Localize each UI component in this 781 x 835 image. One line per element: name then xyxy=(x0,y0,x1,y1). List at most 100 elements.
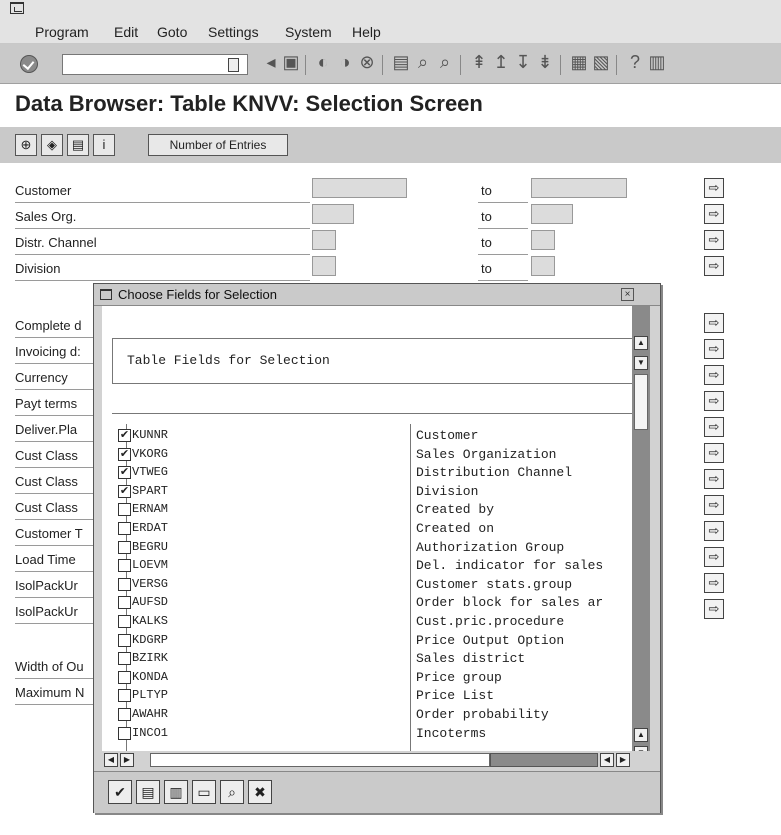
multiple-selection-icon[interactable]: ⇨ xyxy=(704,230,724,250)
field-checkbox[interactable] xyxy=(118,596,131,609)
vertical-scrollbar[interactable]: ▲ ▼ ▲ ▼ xyxy=(632,306,650,761)
scroll-track[interactable] xyxy=(150,753,490,767)
distr-channel-high-input[interactable] xyxy=(531,230,555,250)
field-checkbox[interactable] xyxy=(118,689,131,702)
multiple-selection-icon[interactable]: ⇨ xyxy=(704,313,724,333)
print-icon[interactable]: ▤ xyxy=(390,52,412,73)
field-checkbox[interactable] xyxy=(118,522,131,535)
first-page-icon[interactable]: ⇞ xyxy=(468,52,490,73)
back-icon[interactable]: ◐ xyxy=(312,52,334,73)
menu-edit[interactable]: Edit xyxy=(114,24,138,40)
row-underline xyxy=(15,545,93,546)
enter-icon[interactable] xyxy=(20,55,38,73)
next-page-icon[interactable]: ↧ xyxy=(512,52,534,73)
create-session-icon[interactable]: ▦ xyxy=(568,52,590,73)
continue-icon[interactable]: ✔ xyxy=(108,780,132,804)
field-checkbox[interactable]: ✔ xyxy=(118,429,131,442)
multiple-selection-icon[interactable]: ⇨ xyxy=(704,547,724,567)
save-icon[interactable]: ▣ xyxy=(280,52,302,73)
row-underline xyxy=(15,441,93,442)
field-checkbox[interactable] xyxy=(118,671,131,684)
exit-icon[interactable]: ◑ xyxy=(334,52,356,73)
scroll-left-icon[interactable]: ◀ xyxy=(104,753,118,767)
customer-low-input[interactable] xyxy=(312,178,407,198)
row-underline xyxy=(15,202,310,203)
field-checkbox[interactable] xyxy=(118,615,131,628)
shortcut-icon[interactable]: ▧ xyxy=(590,52,612,73)
field-checkbox[interactable] xyxy=(118,634,131,647)
print-icon[interactable]: ▭ xyxy=(192,780,216,804)
horizontal-scrollbar[interactable]: ◀ ▶ ◀ ▶ xyxy=(102,751,650,769)
menu-settings[interactable]: Settings xyxy=(208,24,259,40)
command-history-icon[interactable] xyxy=(228,58,239,72)
field-selection-icon[interactable]: ▤ xyxy=(67,134,89,156)
multiple-selection-icon[interactable]: ⇨ xyxy=(704,256,724,276)
find-next-icon[interactable]: ⌕ xyxy=(434,52,456,73)
deselect-all-icon[interactable]: ▥ xyxy=(164,780,188,804)
field-label-sales-org: Sales Org. xyxy=(15,209,77,224)
multiple-selection-icon[interactable]: ⇨ xyxy=(704,599,724,619)
multiple-selection-icon[interactable]: ⇨ xyxy=(704,521,724,541)
field-checkbox[interactable] xyxy=(118,541,131,554)
select-all-icon[interactable]: ▤ xyxy=(136,780,160,804)
system-menu-icon[interactable] xyxy=(10,2,24,14)
menu-program[interactable]: Program xyxy=(35,24,89,40)
sales-org-low-input[interactable] xyxy=(312,204,354,224)
field-checkbox[interactable] xyxy=(118,708,131,721)
close-icon[interactable]: × xyxy=(621,288,634,301)
multiple-selection-icon[interactable]: ⇨ xyxy=(704,417,724,437)
info-icon[interactable]: i xyxy=(93,134,115,156)
scroll-left-icon[interactable]: ◀ xyxy=(600,753,614,767)
last-page-icon[interactable]: ⇟ xyxy=(534,52,556,73)
field-technical-name: VKORG xyxy=(132,447,169,461)
field-checkbox[interactable] xyxy=(118,727,131,740)
field-checkbox[interactable] xyxy=(118,578,131,591)
field-checkbox[interactable]: ✔ xyxy=(118,448,131,461)
get-variant-icon[interactable]: ◈ xyxy=(41,134,63,156)
sales-org-high-input[interactable] xyxy=(531,204,573,224)
division-high-input[interactable] xyxy=(531,256,555,276)
menu-help[interactable]: Help xyxy=(352,24,381,40)
multiple-selection-icon[interactable]: ⇨ xyxy=(704,365,724,385)
field-checkbox[interactable] xyxy=(118,652,131,665)
multiple-selection-icon[interactable]: ⇨ xyxy=(704,495,724,515)
field-checkbox[interactable]: ✔ xyxy=(118,485,131,498)
scroll-down-icon[interactable]: ▼ xyxy=(634,356,648,370)
scroll-track[interactable] xyxy=(634,374,648,430)
scroll-right-icon[interactable]: ▶ xyxy=(616,753,630,767)
distr-channel-low-input[interactable] xyxy=(312,230,336,250)
field-checkbox[interactable] xyxy=(118,559,131,572)
scroll-up-icon[interactable]: ▲ xyxy=(634,336,648,350)
execute-icon[interactable]: ⊕ xyxy=(15,134,37,156)
field-label-distr-channel: Distr. Channel xyxy=(15,235,97,250)
menu-system[interactable]: System xyxy=(285,24,332,40)
multiple-selection-icon[interactable]: ⇨ xyxy=(704,339,724,359)
find-icon[interactable]: ⌕ xyxy=(220,780,244,804)
find-icon[interactable]: ⌕ xyxy=(412,52,434,73)
multiple-selection-icon[interactable]: ⇨ xyxy=(704,391,724,411)
previous-page-icon[interactable]: ↥ xyxy=(490,52,512,73)
field-checkbox[interactable] xyxy=(118,503,131,516)
menu-goto[interactable]: Goto xyxy=(157,24,187,40)
back-arrow-icon[interactable]: ◂ xyxy=(260,52,282,73)
multiple-selection-icon[interactable]: ⇨ xyxy=(704,443,724,463)
field-technical-name: SPART xyxy=(132,484,169,498)
multiple-selection-icon[interactable]: ⇨ xyxy=(704,573,724,593)
layout-menu-icon[interactable]: ▥ xyxy=(646,52,668,73)
scroll-right-icon[interactable]: ▶ xyxy=(120,753,134,767)
number-of-entries-button[interactable]: Number of Entries xyxy=(148,134,288,156)
command-field[interactable] xyxy=(62,54,248,75)
scroll-thumb[interactable] xyxy=(490,753,598,767)
customer-high-input[interactable] xyxy=(531,178,627,198)
multiple-selection-icon[interactable]: ⇨ xyxy=(704,469,724,489)
scroll-up-icon[interactable]: ▲ xyxy=(634,728,648,742)
dialog-title-bar[interactable]: Choose Fields for Selection × xyxy=(94,284,660,306)
help-icon[interactable]: ? xyxy=(624,52,646,73)
division-low-input[interactable] xyxy=(312,256,336,276)
field-technical-name: KDGRP xyxy=(132,633,169,647)
multiple-selection-icon[interactable]: ⇨ xyxy=(704,178,724,198)
cancel-icon[interactable]: ✖ xyxy=(248,780,272,804)
field-checkbox[interactable]: ✔ xyxy=(118,466,131,479)
multiple-selection-icon[interactable]: ⇨ xyxy=(704,204,724,224)
cancel-icon[interactable]: ⊗ xyxy=(356,52,378,73)
